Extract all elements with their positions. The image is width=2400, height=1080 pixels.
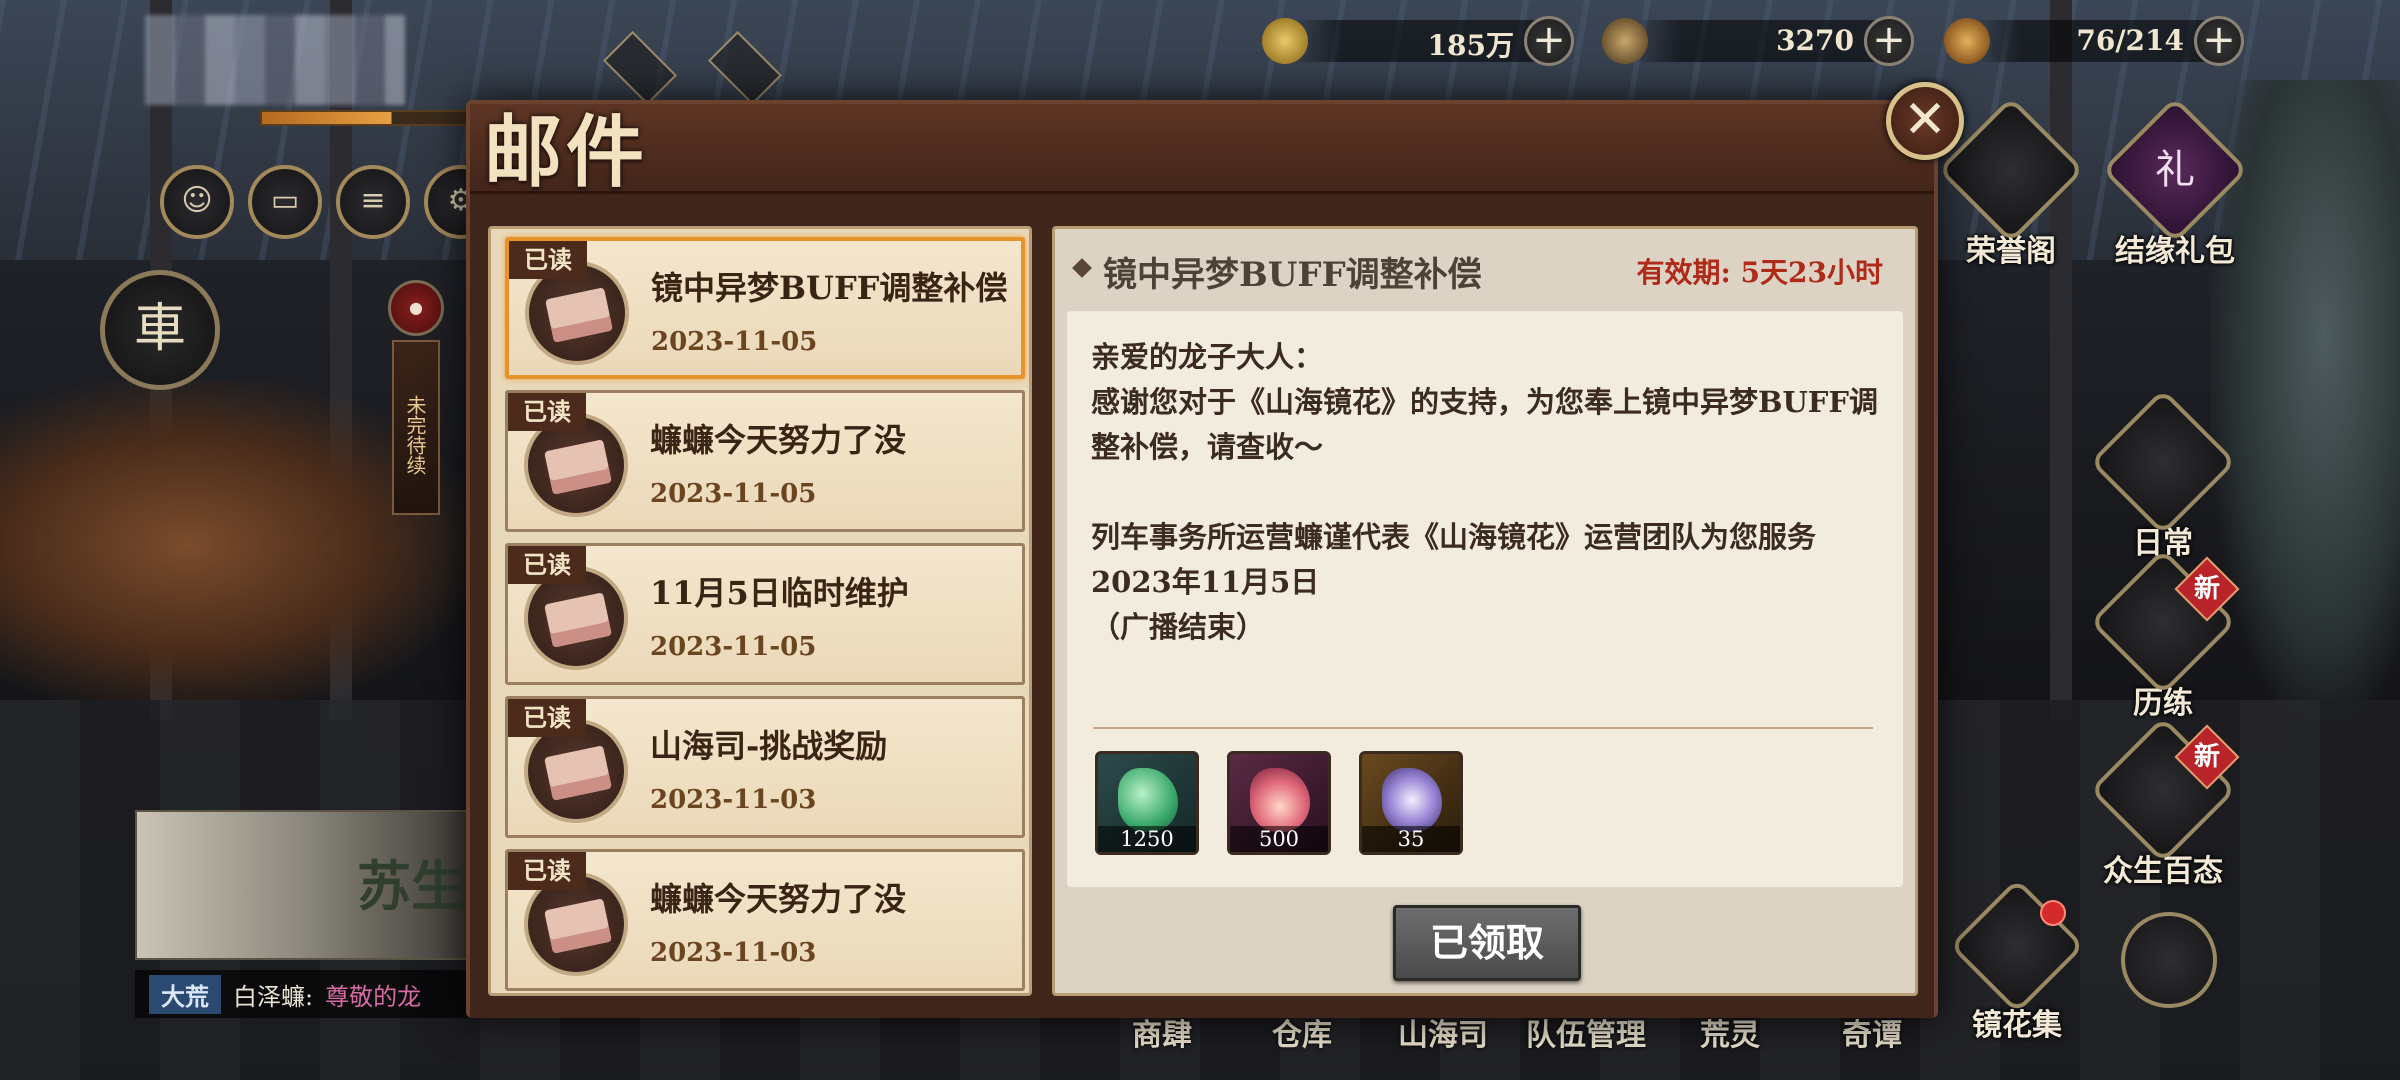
chat-bar[interactable]: 大荒 白泽蠊: 尊敬的龙 <box>135 970 475 1018</box>
mail-date: 2023-11-05 <box>651 327 818 357</box>
mail-item[interactable]: 已读 镜中异梦BUFF调整补偿 2023-11-05 <box>505 237 1025 379</box>
close-icon[interactable]: ✕ <box>1886 82 1964 160</box>
coin-icon <box>1262 18 1308 64</box>
pillar <box>2050 0 2072 720</box>
notice-icon[interactable]: ≡ <box>336 165 410 239</box>
compass-icon <box>2121 912 2217 1008</box>
ticket-icon[interactable]: ▭ <box>248 165 322 239</box>
bond-pack-button[interactable]: 礼 结缘礼包 <box>2100 96 2250 270</box>
mail-item[interactable]: 已读 蠊蠊今天努力了没 2023-11-05 <box>505 390 1025 532</box>
mail-detail-title: 镜中异梦BUFF调整补偿 <box>1103 255 1482 295</box>
resource-value: 185万 <box>1427 29 1514 62</box>
gear-token-icon <box>1602 18 1648 64</box>
mirror-icon <box>1949 878 2085 1014</box>
reward-quantity: 500 <box>1230 826 1328 852</box>
event-banner-card[interactable]: 苏生 <box>135 810 475 960</box>
mail-date: 2023-11-03 <box>650 938 817 968</box>
read-tag: 已读 <box>508 852 586 890</box>
divider <box>1093 727 1873 729</box>
resource-value: 3270 <box>1776 24 1854 57</box>
daily-button[interactable]: 日常 <box>2088 388 2238 562</box>
mail-subject: 蠊蠊今天努力了没 <box>650 880 907 918</box>
mail-body-line: 列车事务所运营蠊谨代表《山海镜花》运营团队为您服务 <box>1091 520 1817 554</box>
event-banner-title: 苏生 <box>357 854 465 918</box>
spirit-lantern-icon <box>1382 768 1442 832</box>
mail-dialog: 邮件 已读 镜中异梦BUFF调整补偿 2023-11-05 已读 蠊蠊今天努力了… <box>466 100 1938 1018</box>
new-badge-text: 新 <box>2193 742 2220 772</box>
mail-body-line <box>1091 470 1881 515</box>
add-coins-button[interactable]: + <box>1524 16 1574 66</box>
dialog-header: 邮件 <box>470 104 1934 198</box>
mail-list[interactable]: 已读 镜中异梦BUFF调整补偿 2023-11-05 已读 蠊蠊今天努力了没 2… <box>488 226 1032 996</box>
mail-body-line: （广播结束） <box>1091 610 1266 644</box>
mail-body: 亲爱的龙子大人： 感谢您对于《山海镜花》的支持，为您奉上镜中异梦BUFF调 整补… <box>1091 335 1881 650</box>
chat-channel-tag: 大荒 <box>149 974 221 1014</box>
resource-value: 76/214 <box>2076 24 2184 57</box>
chat-sender: 白泽蠊: <box>233 982 314 1011</box>
read-tag: 已读 <box>509 241 587 279</box>
green-crystal-icon <box>1118 768 1178 832</box>
dialog-body: 已读 镜中异梦BUFF调整补偿 2023-11-05 已读 蠊蠊今天努力了没 2… <box>470 194 1934 1018</box>
mail-item[interactable]: 已读 11月5日临时维护 2023-11-05 <box>505 543 1025 685</box>
mail-item[interactable]: 已读 山海司-挑战奖励 2023-11-03 <box>505 696 1025 838</box>
add-stamina-button[interactable]: + <box>2194 16 2244 66</box>
mail-body-line: 感谢您对于《山海镜花》的支持，为您奉上镜中异梦BUFF调 <box>1091 385 1878 419</box>
notification-dot <box>2040 900 2066 926</box>
claimed-button[interactable]: 已领取 <box>1393 905 1581 981</box>
mirror-collection-button[interactable]: 镜花集 <box>1942 878 2092 1044</box>
mail-detail-panel: 镜中异梦BUFF调整补偿 有效期: 5天23小时 亲爱的龙子大人： 感谢您对于《… <box>1052 226 1918 996</box>
trials-button[interactable]: 历练 新 <box>2088 548 2240 722</box>
mail-body-line: 2023年11月5日 <box>1091 565 1320 599</box>
mail-item[interactable]: 已读 蠊蠊今天努力了没 2023-11-03 <box>505 849 1025 991</box>
reward-item[interactable]: 35 <box>1359 751 1463 855</box>
mail-subject: 蠊蠊今天努力了没 <box>650 421 907 459</box>
pink-flower-icon <box>1250 768 1310 832</box>
menu-button[interactable] <box>2094 912 2244 1008</box>
mail-date: 2023-11-05 <box>650 479 817 509</box>
carriage-badge[interactable]: 車 <box>100 270 220 390</box>
player-info-blurred[interactable] <box>145 15 405 105</box>
mail-date: 2023-11-03 <box>650 785 817 815</box>
add-gear-token-button[interactable]: + <box>1864 16 1914 66</box>
stamina-key-icon <box>1944 18 1990 64</box>
lock-icon[interactable]: ● <box>388 280 444 336</box>
friends-icon[interactable]: ☺ <box>160 165 234 239</box>
reward-quantity: 1250 <box>1098 826 1196 852</box>
mail-date: 2023-11-05 <box>650 632 817 662</box>
mail-body-line: 整补偿，请查收～ <box>1091 430 1324 464</box>
resource-coins: 185万 + <box>1262 12 1574 70</box>
reward-quantity: 35 <box>1362 826 1460 852</box>
mail-subject: 11月5日临时维护 <box>650 574 909 612</box>
gift-glyph: 礼 <box>2155 147 2195 193</box>
reward-item[interactable]: 1250 <box>1095 751 1199 855</box>
reward-item[interactable]: 500 <box>1227 751 1331 855</box>
gift-icon: 礼 <box>2101 96 2249 244</box>
all-beings-button[interactable]: 众生百态 新 <box>2088 716 2240 890</box>
eye-emblem-icon <box>2089 388 2237 536</box>
diamond-bullet-icon <box>1072 258 1092 278</box>
to-be-continued-banner[interactable]: 未完待续 <box>392 340 440 515</box>
new-badge-text: 新 <box>2193 574 2220 604</box>
resource-gear-token: 3270 + <box>1602 12 1914 70</box>
read-tag: 已读 <box>508 546 586 584</box>
mail-subject: 镜中异梦BUFF调整补偿 <box>651 269 1008 307</box>
mail-content-box: 亲爱的龙子大人： 感谢您对于《山海镜花》的支持，为您奉上镜中异梦BUFF调 整补… <box>1067 311 1903 887</box>
validity-period: 有效期: 5天23小时 <box>1636 256 1883 289</box>
read-tag: 已读 <box>508 393 586 431</box>
mail-subject: 山海司-挑战奖励 <box>650 727 888 765</box>
experience-bar <box>260 110 480 126</box>
dialog-title: 邮件 <box>484 107 649 198</box>
mail-body-line: 亲爱的龙子大人： <box>1091 340 1324 374</box>
resource-stamina: 76/214 + <box>1944 12 2244 70</box>
chat-message: 尊敬的龙 <box>325 982 422 1011</box>
read-tag: 已读 <box>508 699 586 737</box>
